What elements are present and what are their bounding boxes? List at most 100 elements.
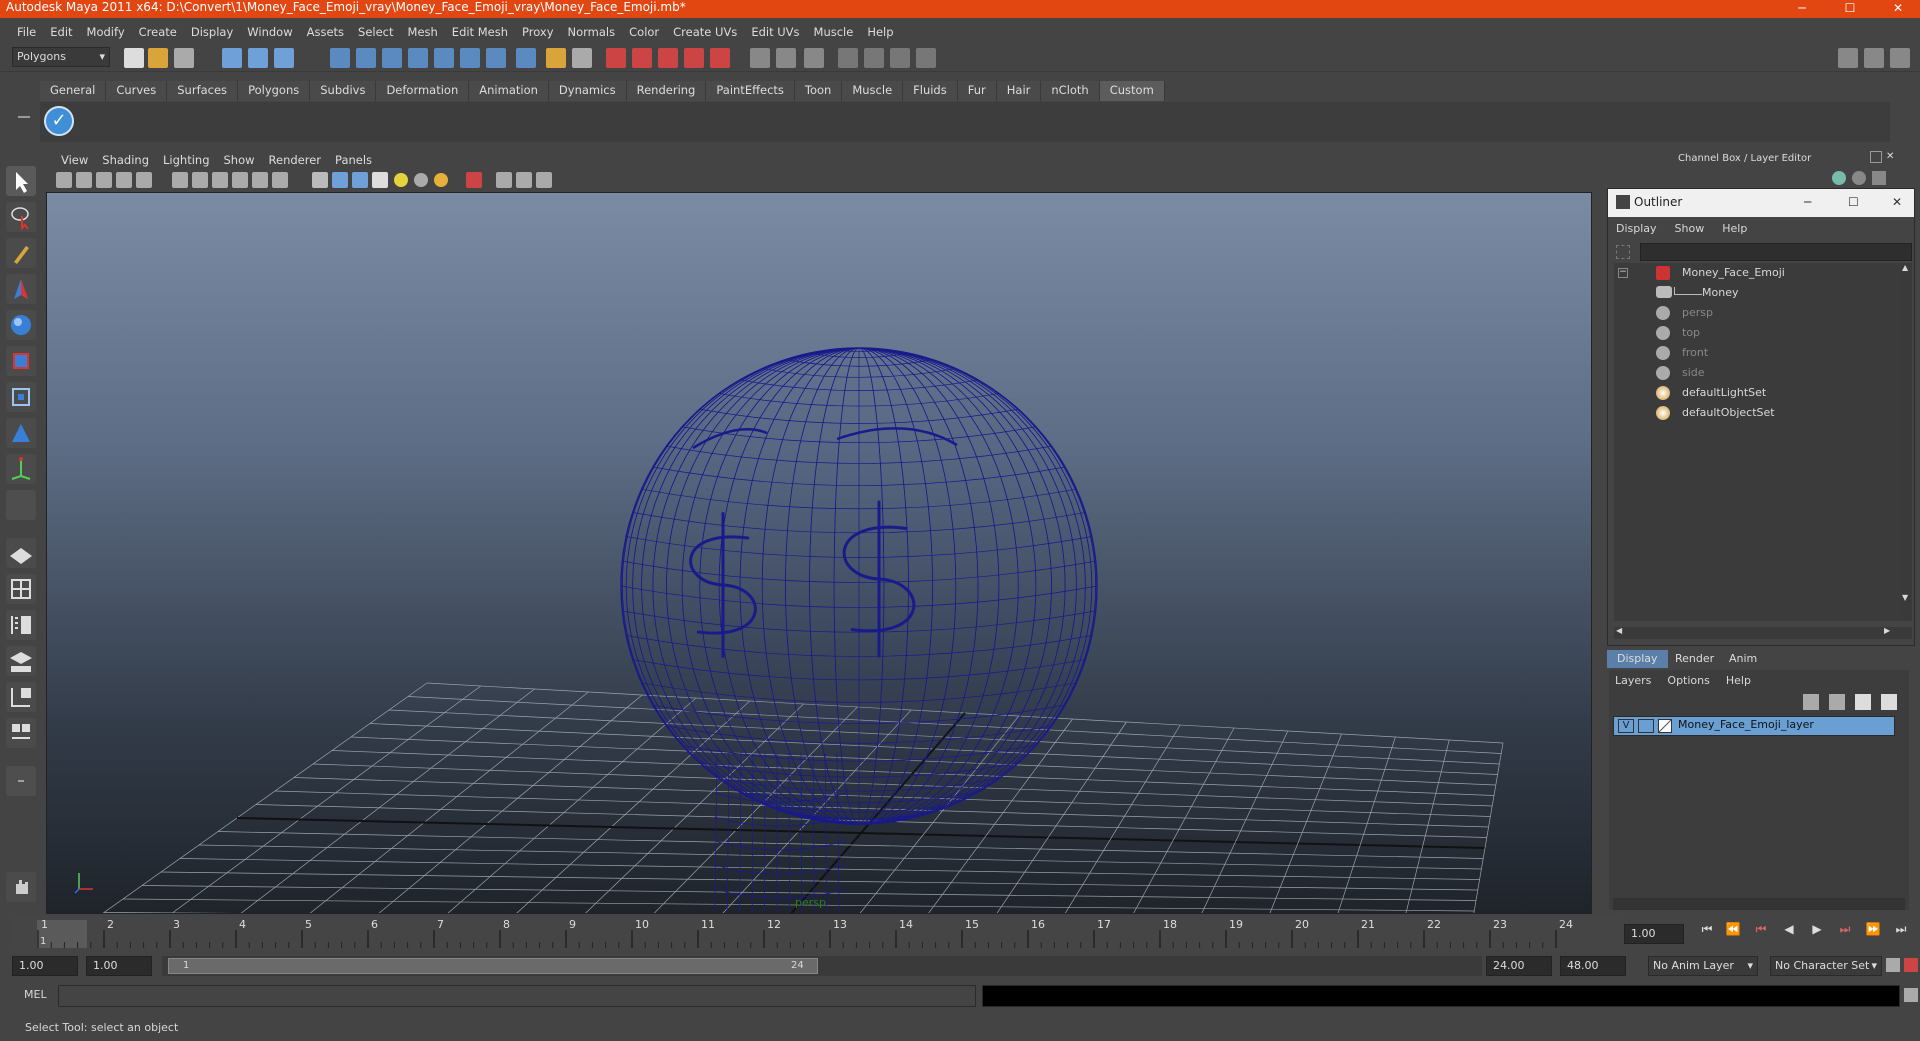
- move-tool-icon[interactable]: [6, 274, 36, 304]
- xray-icon[interactable]: [496, 172, 512, 188]
- help-question-icon[interactable]: [516, 48, 536, 68]
- outliner-item-side[interactable]: side: [1614, 363, 1900, 383]
- scroll-up-icon[interactable]: ▲: [1902, 263, 1908, 272]
- shelf-tab-muscle[interactable]: Muscle: [842, 81, 904, 101]
- menu-color[interactable]: Color: [622, 25, 666, 39]
- shelf-tab-animation[interactable]: Animation: [469, 81, 549, 101]
- outliner-item-front[interactable]: front: [1614, 343, 1900, 363]
- menu-edit-uvs[interactable]: Edit UVs: [744, 25, 806, 39]
- menu-select[interactable]: Select: [351, 25, 400, 39]
- play-backward-icon[interactable]: ◀: [1778, 922, 1800, 936]
- shelf-tab-painteffects[interactable]: PaintEffects: [706, 81, 795, 101]
- camera-attributes-icon[interactable]: [76, 172, 92, 188]
- layer-color-swatch[interactable]: [1658, 719, 1672, 733]
- all-lights-icon[interactable]: [414, 173, 428, 187]
- scroll-down-icon[interactable]: ▼: [1902, 593, 1908, 602]
- xray-components-icon[interactable]: [536, 172, 552, 188]
- vp-menu-shading[interactable]: Shading: [95, 153, 156, 167]
- layer-menu-options[interactable]: Options: [1667, 674, 1709, 687]
- vp-menu-renderer[interactable]: Renderer: [262, 153, 329, 167]
- field-chart-icon[interactable]: [252, 172, 268, 188]
- xray-joints-icon[interactable]: [516, 172, 532, 188]
- isolate-select-icon[interactable]: [466, 172, 482, 188]
- step-forward-key-icon[interactable]: ⏭: [1834, 922, 1856, 937]
- output-ops-icon[interactable]: [776, 48, 796, 68]
- shelf-tab-fur[interactable]: Fur: [957, 81, 997, 101]
- channel-box-icon[interactable]: [890, 48, 910, 68]
- camera-select-icon[interactable]: [56, 172, 72, 188]
- more-layouts-icon[interactable]: [6, 766, 36, 796]
- snap-plane-icon[interactable]: [408, 48, 428, 68]
- single-perspective-layout-icon[interactable]: [6, 538, 36, 568]
- layer-tab-anim[interactable]: Anim: [1719, 650, 1767, 668]
- panel-layout-2-icon[interactable]: [1864, 48, 1884, 68]
- attribute-editor-icon[interactable]: [838, 48, 858, 68]
- scale-tool-icon[interactable]: [6, 346, 36, 376]
- layer-visibility-toggle[interactable]: V: [1618, 719, 1634, 733]
- anim-layer-dropdown[interactable]: No Anim Layer ▾: [1648, 956, 1758, 976]
- layer-display-type-toggle[interactable]: [1638, 719, 1654, 733]
- layer-row[interactable]: V Money_Face_Emoji_layer: [1613, 716, 1895, 736]
- sidebar-toggle-icon[interactable]: [804, 48, 824, 68]
- close-button[interactable]: ✕: [1876, 0, 1920, 18]
- goto-end-icon[interactable]: ⏭: [1890, 922, 1912, 937]
- close-panel-icon[interactable]: ✕: [1886, 151, 1894, 162]
- minimize-button[interactable]: ─: [1780, 0, 1824, 18]
- select-object-icon[interactable]: [248, 48, 268, 68]
- start-time-field[interactable]: 1.00: [12, 956, 78, 976]
- select-hierarchy-icon[interactable]: [222, 48, 242, 68]
- command-language-label[interactable]: MEL: [24, 988, 47, 1001]
- render-view-icon[interactable]: [710, 48, 730, 68]
- bookmark-icon[interactable]: [96, 172, 112, 188]
- hypershade-layout-icon[interactable]: [6, 682, 36, 712]
- auto-key-icon[interactable]: [1886, 958, 1900, 972]
- menu-help[interactable]: Help: [860, 25, 900, 39]
- vp-menu-view[interactable]: View: [54, 153, 95, 167]
- tool-settings-toggle-icon[interactable]: [1872, 171, 1886, 185]
- shelf-tab-subdivs[interactable]: Subdivs: [310, 81, 377, 101]
- construction-icon[interactable]: [486, 48, 506, 68]
- render-settings-icon[interactable]: [658, 48, 678, 68]
- outliner-filter-input[interactable]: [1640, 243, 1912, 261]
- menuset-dropdown[interactable]: Polygons ▾: [12, 47, 110, 67]
- shelf-tab-rendering[interactable]: Rendering: [626, 81, 707, 101]
- shelf-tab-ncloth[interactable]: nCloth: [1041, 81, 1100, 101]
- vp-menu-panels[interactable]: Panels: [328, 153, 379, 167]
- outliner-menu-show[interactable]: Show: [1675, 222, 1705, 235]
- default-light-icon[interactable]: [394, 173, 408, 187]
- lasso-tool-icon[interactable]: [6, 202, 36, 232]
- menu-muscle[interactable]: Muscle: [807, 25, 861, 39]
- menu-modify[interactable]: Modify: [80, 25, 132, 39]
- checkmark-shelf-icon[interactable]: ✓: [44, 106, 74, 136]
- shelf-tab-hair[interactable]: Hair: [996, 81, 1042, 101]
- layer-menu-help[interactable]: Help: [1726, 674, 1751, 687]
- menu-assets[interactable]: Assets: [300, 25, 351, 39]
- rotate-tool-icon[interactable]: [6, 310, 36, 340]
- outliner-menu-display[interactable]: Display: [1616, 222, 1657, 235]
- shelf-tab-custom[interactable]: Custom: [1099, 81, 1165, 101]
- outliner-item-money[interactable]: Money: [1614, 283, 1900, 303]
- scroll-right-icon[interactable]: ▶: [1884, 626, 1890, 635]
- step-forward-icon[interactable]: ⏩: [1862, 922, 1884, 936]
- snap-surface-icon[interactable]: [434, 48, 454, 68]
- outliner-item-money-face-emoji[interactable]: − Money_Face_Emoji: [1614, 263, 1900, 283]
- shelf-tab-general[interactable]: General: [40, 81, 107, 101]
- outliner-minimize-button[interactable]: ─: [1804, 189, 1811, 216]
- ipr-render-icon[interactable]: [632, 48, 652, 68]
- float-panel-icon[interactable]: [1870, 151, 1882, 163]
- time-slider[interactable]: 1 2 3 4 5 6 7 8 9 10 11 12 13 14 15 16 17 18 19 20 21 22 23 24 1…: [0, 916, 1920, 950]
- outliner-item-top[interactable]: top: [1614, 323, 1900, 343]
- step-back-key-icon[interactable]: ⏮: [1750, 922, 1772, 937]
- snap-point-icon[interactable]: [382, 48, 402, 68]
- goto-start-icon[interactable]: ⏮: [1696, 922, 1718, 937]
- range-track[interactable]: 1 24: [162, 956, 1482, 976]
- shelf-tab-surfaces[interactable]: Surfaces: [167, 81, 239, 101]
- outliner-menu-help[interactable]: Help: [1722, 222, 1747, 235]
- play-forward-icon[interactable]: ▶: [1806, 922, 1828, 936]
- textured-icon[interactable]: [372, 172, 388, 188]
- menu-mesh[interactable]: Mesh: [401, 25, 445, 39]
- command-input[interactable]: [58, 985, 976, 1007]
- 2d-pan-zoom-icon[interactable]: [136, 172, 152, 188]
- layer-horizontal-scrollbar[interactable]: [1613, 898, 1905, 910]
- attribute-editor-toggle-icon[interactable]: [1852, 171, 1866, 185]
